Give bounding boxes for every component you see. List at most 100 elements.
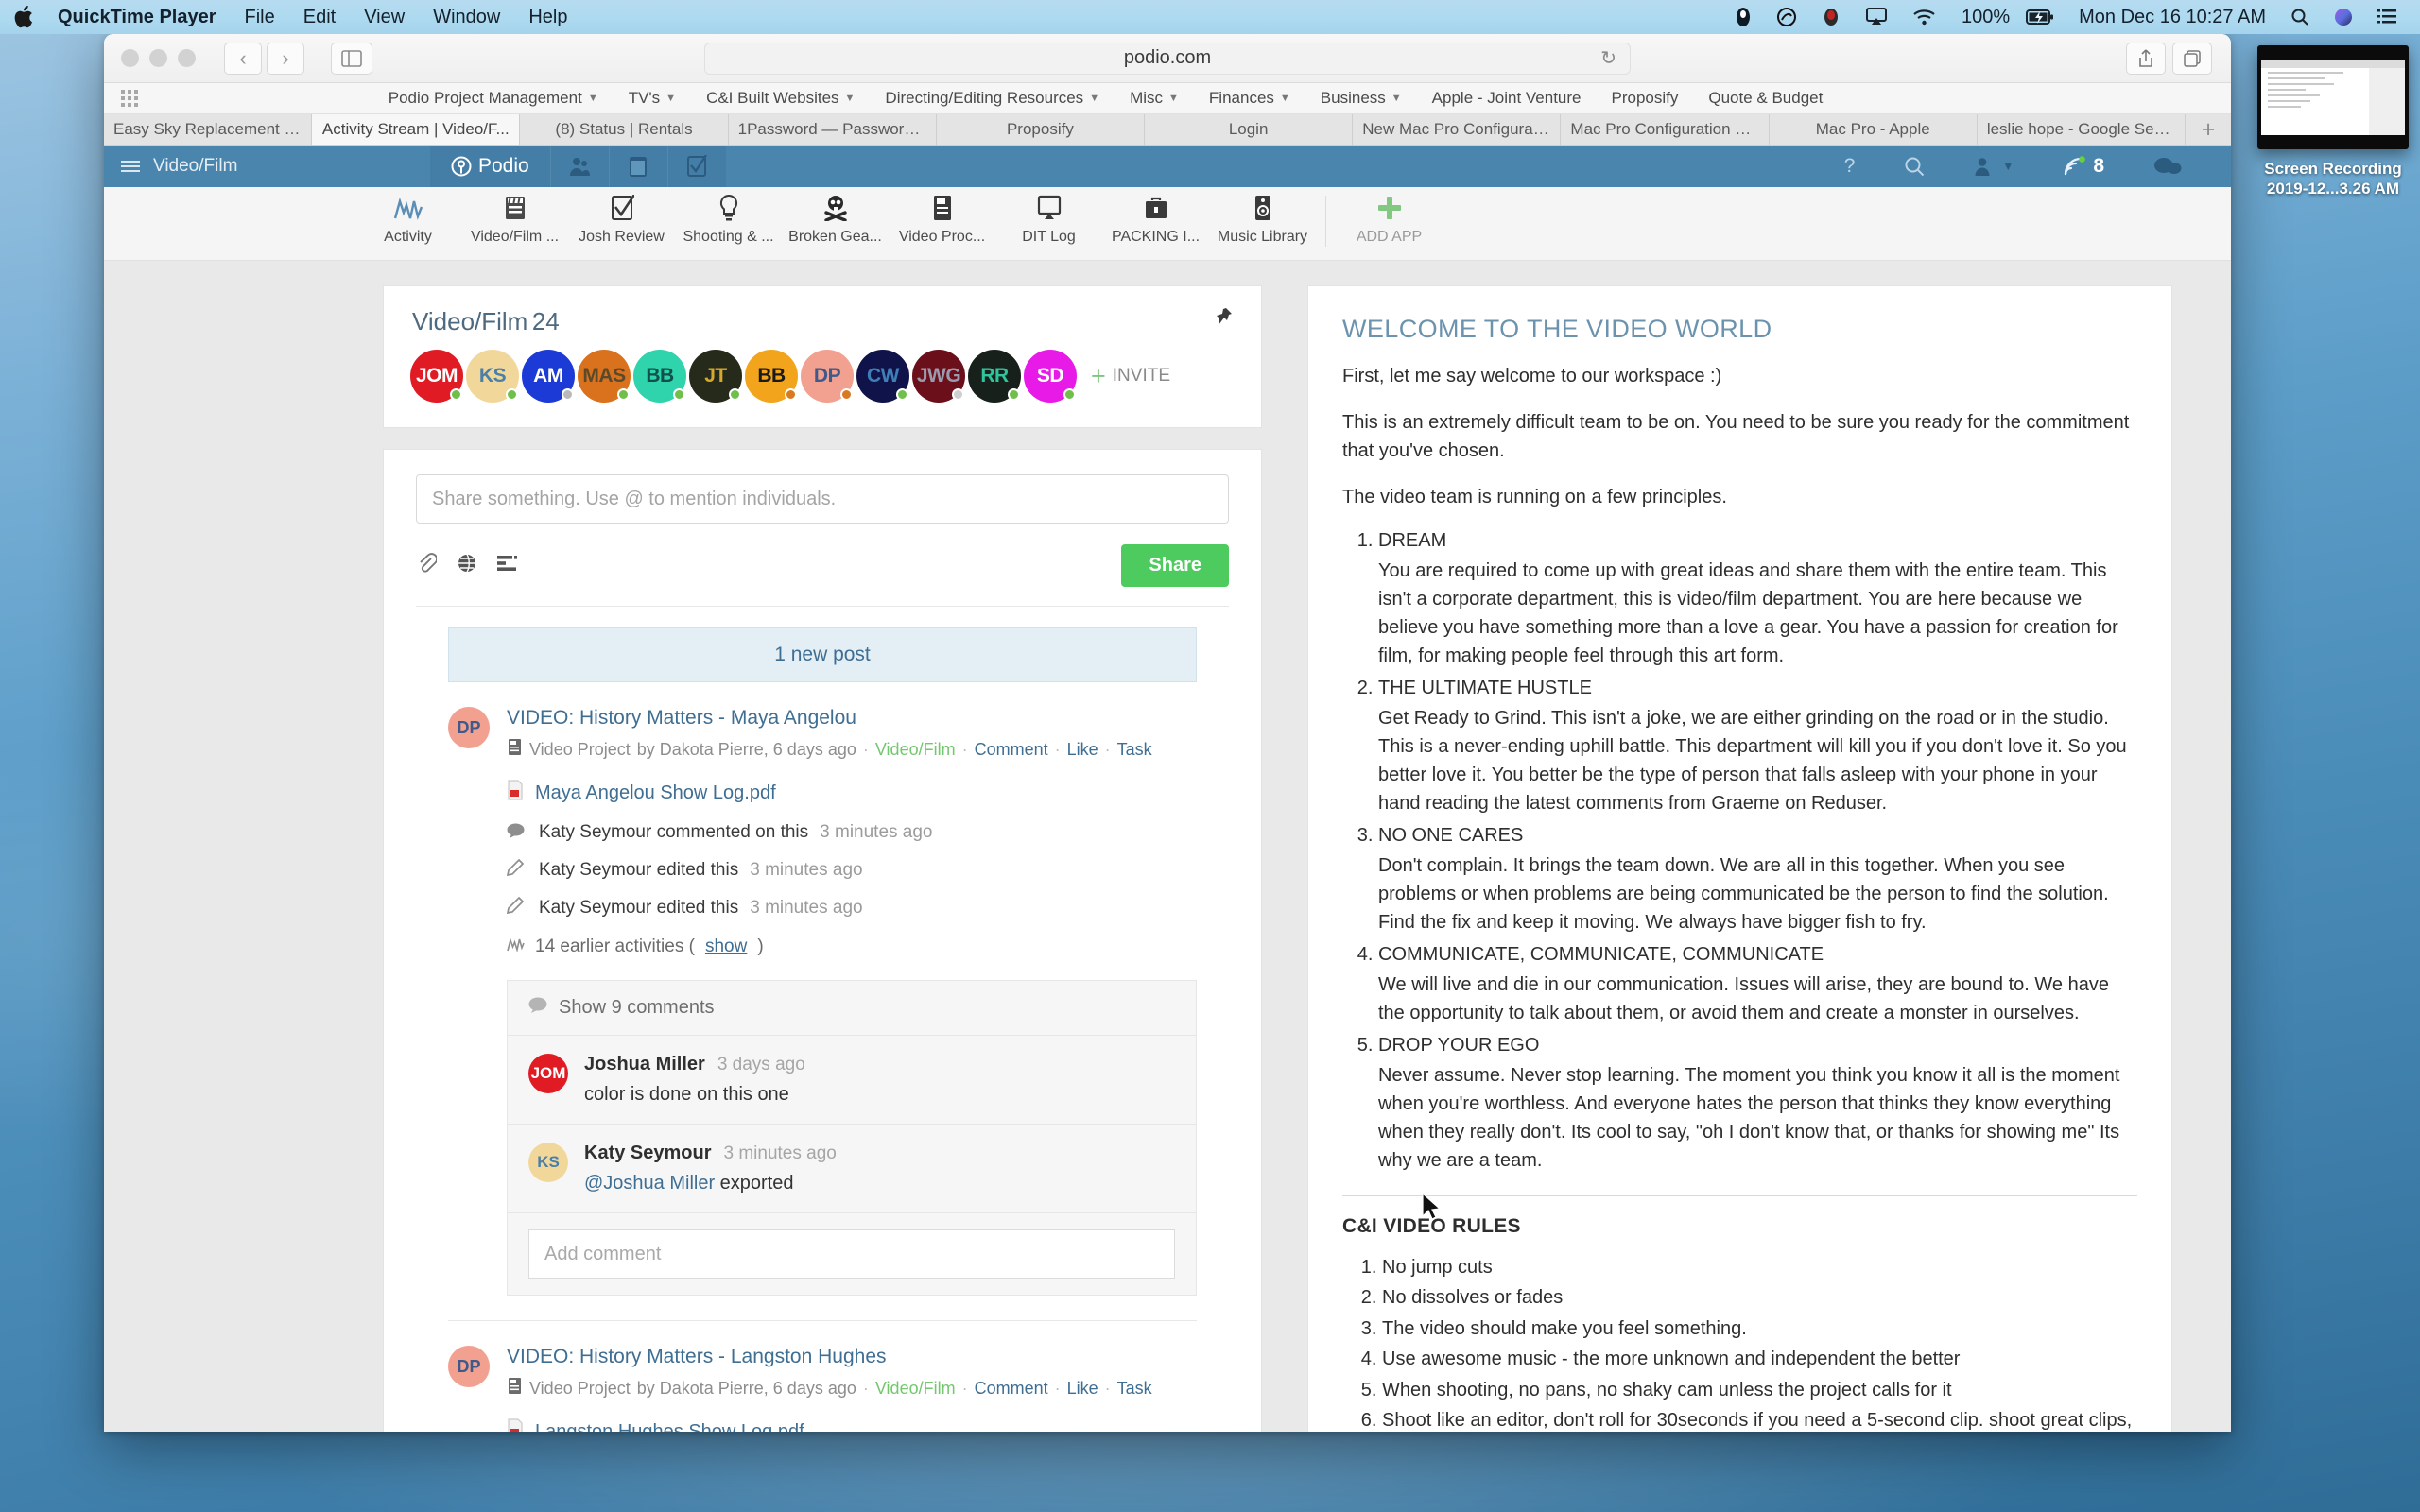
post-attachment[interactable]: Maya Angelou Show Log.pdf: [507, 780, 1197, 806]
minimize-button[interactable]: [149, 49, 167, 67]
bookmark-directing-editing-resources[interactable]: Directing/Editing Resources ▼: [870, 89, 1115, 108]
add-app-button[interactable]: ADD APP: [1336, 192, 1443, 246]
post-meta-space[interactable]: Video/Film: [875, 740, 956, 760]
chat-bubbles-icon[interactable]: [2129, 156, 2206, 177]
post-attachment[interactable]: Langston Hughes Show Log.pdf: [507, 1418, 1197, 1432]
new-post-banner[interactable]: 1 new post: [448, 627, 1197, 682]
add-comment-input[interactable]: Add comment: [528, 1229, 1175, 1279]
tab-easy-sky-replacement[interactable]: Easy Sky Replacement I...: [104, 114, 313, 145]
activity-notifications[interactable]: 8: [2038, 155, 2129, 178]
avatar[interactable]: DP: [448, 707, 490, 748]
tab-activity-stream[interactable]: Activity Stream | Video/F...: [312, 114, 521, 145]
app-item-josh-review[interactable]: Josh Review: [568, 192, 675, 246]
post-meta-space[interactable]: Video/Film: [875, 1379, 956, 1399]
comment-mention[interactable]: @Joshua Miller: [584, 1173, 715, 1194]
menu-bar-clock[interactable]: Mon Dec 16 10:27 AM: [2066, 0, 2278, 34]
invite-button[interactable]: + INVITE: [1091, 364, 1170, 389]
member-avatar[interactable]: BB: [633, 350, 686, 403]
attachment-icon[interactable]: [416, 552, 439, 579]
post-title[interactable]: VIDEO: History Matters - Maya Angelou: [507, 707, 1197, 730]
post-like-action[interactable]: Like: [1067, 740, 1098, 760]
member-avatar[interactable]: AM: [522, 350, 575, 403]
member-avatar[interactable]: BB: [745, 350, 798, 403]
wifi-icon[interactable]: [1900, 8, 1949, 26]
new-tab-button[interactable]: +: [2186, 114, 2231, 145]
poll-icon[interactable]: [497, 553, 518, 578]
apple-logo-icon[interactable]: [13, 5, 34, 29]
zoom-button[interactable]: [178, 49, 196, 67]
hamburger-menu-icon[interactable]: [121, 161, 140, 172]
calendar-icon[interactable]: [608, 146, 667, 187]
app-item-video-film[interactable]: Video/Film ...: [461, 192, 568, 246]
share-button[interactable]: Share: [1121, 544, 1229, 587]
comment-author[interactable]: Joshua Miller: [584, 1054, 705, 1074]
app-item-activity[interactable]: Activity: [354, 192, 461, 246]
avatar[interactable]: KS: [528, 1143, 568, 1182]
post-comment-action[interactable]: Comment: [975, 740, 1048, 760]
sidebar-toggle-button[interactable]: [331, 42, 372, 75]
tab-leslie-hope-google-search[interactable]: leslie hope - Google Sea...: [1977, 114, 2187, 145]
tab-new-mac-pro-configurator[interactable]: New Mac Pro Configurat...: [1353, 114, 1562, 145]
menu-edit[interactable]: Edit: [289, 0, 350, 34]
app-item-shooting[interactable]: Shooting & ...: [675, 192, 782, 246]
tab-login[interactable]: Login: [1145, 114, 1354, 145]
address-bar[interactable]: podio.com ↻: [704, 42, 1631, 75]
post-task-action[interactable]: Task: [1117, 740, 1152, 760]
close-button[interactable]: [121, 49, 139, 67]
post-title[interactable]: VIDEO: History Matters - Langston Hughes: [507, 1346, 1197, 1368]
member-avatar[interactable]: JT: [689, 350, 742, 403]
contacts-icon[interactable]: [549, 146, 609, 187]
bookmark-proposify[interactable]: Proposify: [1597, 89, 1694, 108]
post-comment-action[interactable]: Comment: [975, 1379, 1048, 1399]
help-icon[interactable]: ?: [1820, 155, 1880, 178]
app-item-packing[interactable]: PACKING I...: [1102, 192, 1209, 246]
tab-proposify[interactable]: Proposify: [936, 114, 1146, 145]
back-button[interactable]: ‹: [224, 42, 262, 75]
member-avatar[interactable]: SD: [1024, 350, 1077, 403]
member-avatar[interactable]: KS: [466, 350, 519, 403]
menu-window[interactable]: Window: [419, 0, 514, 34]
app-item-music-library[interactable]: Music Library: [1209, 192, 1316, 246]
member-avatar[interactable]: CW: [856, 350, 909, 403]
tab-1password[interactable]: 1Password — Password...: [728, 114, 937, 145]
reload-icon[interactable]: ↻: [1600, 46, 1616, 70]
search-icon[interactable]: [1879, 156, 1949, 177]
show-favorites-icon[interactable]: [121, 90, 146, 107]
member-avatar[interactable]: JOM: [410, 350, 463, 403]
member-avatar[interactable]: DP: [801, 350, 854, 403]
tab-mac-pro-apple[interactable]: Mac Pro - Apple: [1769, 114, 1978, 145]
pin-icon[interactable]: [1214, 307, 1233, 334]
show-earlier-link[interactable]: show: [705, 936, 747, 957]
siri-icon[interactable]: [2322, 8, 2365, 26]
bookmark-finances[interactable]: Finances ▼: [1194, 89, 1305, 108]
podio-workspace-switcher[interactable]: Video/Film: [104, 156, 430, 177]
app-item-broken-gear[interactable]: Broken Gea...: [782, 192, 889, 246]
window-controls[interactable]: [104, 49, 196, 67]
app-item-dit-log[interactable]: DIT Log: [995, 192, 1102, 246]
bookmark-quote-and-budget[interactable]: Quote & Budget: [1693, 89, 1838, 108]
podio-logo[interactable]: Podio: [430, 155, 550, 178]
bookmark-apple-joint-venture[interactable]: Apple - Joint Venture: [1417, 89, 1597, 108]
menu-view[interactable]: View: [350, 0, 419, 34]
spotlight-search-icon[interactable]: [2278, 8, 2322, 26]
airplay-icon[interactable]: [1853, 8, 1900, 26]
profile-icon[interactable]: ▼: [1949, 156, 2038, 177]
bookmark-business[interactable]: Business ▼: [1305, 89, 1417, 108]
share-icon[interactable]: [2126, 42, 2166, 75]
tasks-icon[interactable]: [666, 146, 726, 187]
menu-file[interactable]: File: [231, 0, 289, 34]
avatar[interactable]: DP: [448, 1346, 490, 1387]
record-icon[interactable]: [1809, 7, 1853, 27]
member-avatar[interactable]: RR: [968, 350, 1021, 403]
creative-cloud-icon[interactable]: [1764, 7, 1809, 27]
post-task-action[interactable]: Task: [1117, 1379, 1152, 1399]
bookmark-ci-built-websites[interactable]: C&I Built Websites ▼: [691, 89, 870, 108]
bookmark-podio-project-management[interactable]: Podio Project Management ▼: [373, 89, 614, 108]
post-like-action[interactable]: Like: [1067, 1379, 1098, 1399]
app-item-video-processing[interactable]: Video Proc...: [889, 192, 995, 246]
comment-author[interactable]: Katy Seymour: [584, 1143, 712, 1163]
tab-mac-pro-configuration-r[interactable]: Mac Pro Configuration R...: [1561, 114, 1770, 145]
share-input[interactable]: Share something. Use @ to mention indivi…: [416, 474, 1229, 524]
bookmark-misc[interactable]: Misc ▼: [1115, 89, 1194, 108]
menu-app-name[interactable]: QuickTime Player: [43, 0, 231, 34]
